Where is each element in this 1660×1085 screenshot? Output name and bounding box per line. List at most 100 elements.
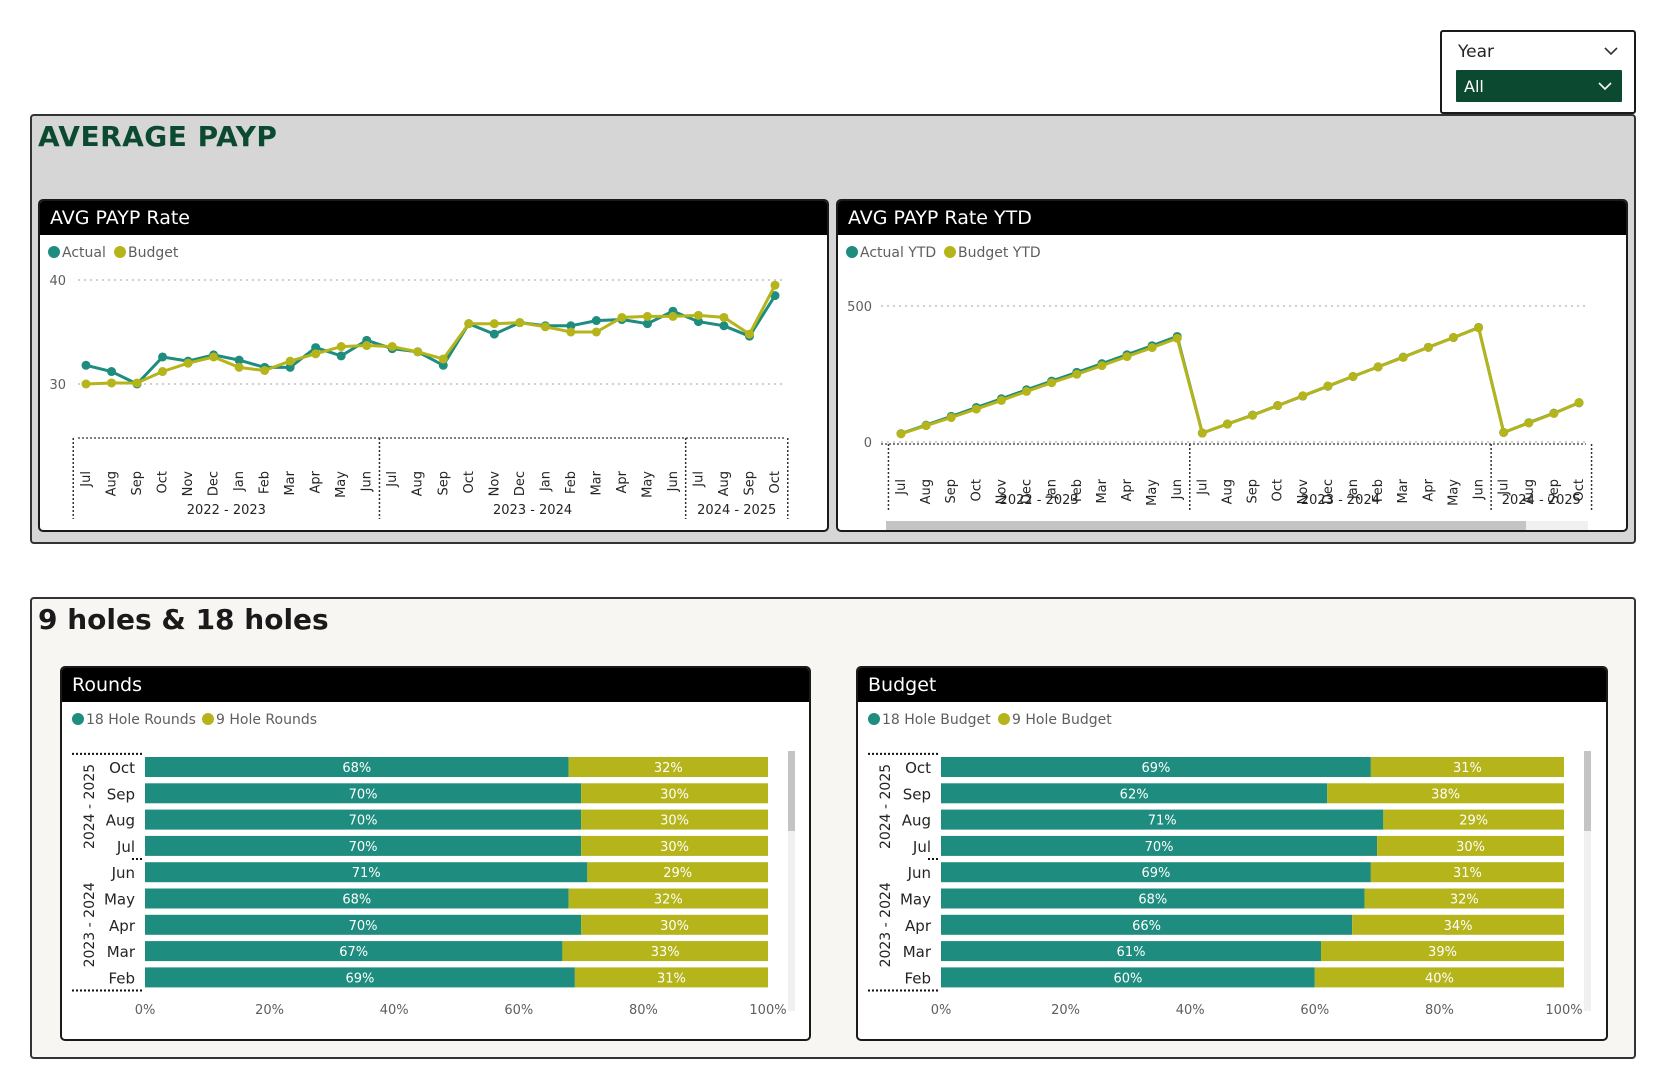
data-label: 30% [660,919,689,934]
y-tick-label: Jul [116,838,135,856]
data-point [1197,428,1207,438]
data-point [1398,352,1408,362]
x-tick-label: 40% [380,1003,409,1018]
legend-marker [48,246,60,258]
data-point [744,329,754,339]
avg-payp-rate-chart[interactable]: Actual Budget 30 40 Jul Aug Sep Oct Nov Dec Jan Feb… [40,235,829,532]
x-tick-label: Jul [691,471,706,488]
legend-label: Actual YTD [860,245,936,261]
data-label: 68% [1138,893,1167,908]
legend-label: 9 Hole Rounds [216,712,317,728]
data-point [946,413,956,423]
data-point [1448,333,1458,343]
x-tick-label: Jun [360,471,375,492]
y-tick-label: Apr [109,917,136,935]
section-title: AVERAGE PAYP [38,120,278,153]
x-tick-label: Aug [919,479,934,504]
data-label: 70% [349,840,378,855]
data-point [336,342,346,352]
data-point [770,280,780,290]
x-tick-label: Oct [156,471,171,493]
data-point [438,354,448,364]
data-point [996,395,1006,405]
x-tick-label: Dec [513,471,528,496]
year-dropdown[interactable]: All [1456,70,1622,102]
x-tick-label: Apr [1421,478,1436,501]
legend-marker [114,246,126,258]
budget-chart[interactable]: 18 Hole Budget 9 Hole Budget 69% 31% Oct 62% 3… [858,702,1608,1041]
data-point [107,378,117,388]
x-tick-label: Apr [1120,478,1135,501]
data-point [617,312,627,322]
scrollbar-thumb [886,521,1526,530]
y-tick-label: Oct [109,759,135,777]
x-tick-label: Mar [283,470,298,495]
data-point [260,365,270,375]
x-tick-label: 0% [135,1003,156,1018]
series-line [900,325,1580,436]
x-tick-label: Feb [564,471,579,494]
y-tick-label: Jul [912,838,931,856]
data-label: 68% [342,761,371,776]
data-point [387,342,397,352]
data-point [566,327,576,337]
x-tick-label: Jul [894,479,909,496]
avg-payp-rate-ytd-card[interactable]: AVG PAYP Rate YTD Actual YTD Budget YTD 0 5… [836,199,1628,532]
data-label: 71% [352,866,381,881]
data-point [896,429,906,439]
x-tick-label: May [640,471,655,498]
data-label: 62% [1120,787,1149,802]
legend-label: 9 Hole Budget [1012,712,1112,728]
x-tick-label: 60% [504,1003,533,1018]
data-point [285,356,295,366]
data-label: 70% [349,787,378,802]
x-tick-label: Aug [105,471,120,496]
x-group-label: 2024 - 2025 [1502,493,1581,508]
x-tick-label: 20% [255,1003,284,1018]
y-tick-label: Sep [903,785,931,803]
data-label: 31% [1453,761,1482,776]
x-tick-label: Oct [462,471,477,493]
data-point [209,352,219,362]
y-tick-label: 40 [49,274,66,289]
data-point [1248,410,1258,420]
x-tick-label: Aug [1220,479,1235,504]
x-group-label: 2023 - 2024 [493,503,572,518]
x-group-label: 2024 - 2025 [697,503,776,518]
rounds-card[interactable]: Rounds 18 Hole Rounds 9 Hole Rounds 68% 32%… [60,666,811,1041]
x-tick-label: Sep [944,479,959,504]
x-tick-label: 40% [1176,1003,1205,1018]
chevron-down-icon[interactable] [1602,42,1620,60]
y-tick-label: Feb [904,969,931,987]
y-group-label: 2023 - 2024 [878,882,894,967]
data-point [921,421,931,431]
avg-payp-rate-ytd-chart[interactable]: Actual YTD Budget YTD0500Jul Aug Sep Oct Nov D… [838,235,1628,532]
data-point [1273,401,1283,411]
data-label: 31% [1453,866,1482,881]
data-point [719,312,729,322]
scrollbar-thumb [788,751,795,831]
rounds-chart[interactable]: 18 Hole Rounds 9 Hole Rounds 68% 32% Oct 70% 3… [62,702,811,1041]
y-group-label: 2023 - 2024 [82,882,98,967]
y-tick-label: Jun [111,864,135,882]
x-tick-label: Jan [538,471,553,492]
avg-payp-rate-card[interactable]: AVG PAYP Rate Actual Budget 30 40 Jul Aug Sep O… [38,199,829,532]
data-label: 30% [1456,840,1485,855]
x-tick-label: Sep [436,471,451,496]
data-label: 30% [660,840,689,855]
data-label: 32% [654,893,683,908]
data-point [158,367,168,377]
data-point [591,327,601,337]
x-tick-label: Nov [487,471,502,497]
chevron-down-icon [1598,82,1612,91]
x-tick-label: Jul [385,471,400,488]
data-point [668,311,678,321]
series-line [85,284,777,386]
year-slicer[interactable]: Year All [1440,30,1636,114]
data-label: 67% [339,945,368,960]
x-tick-label: Mar [589,470,604,495]
budget-card[interactable]: Budget 18 Hole Budget 9 Hole Budget 69% 31%… [856,666,1608,1041]
data-label: 69% [345,971,374,986]
data-point [81,379,91,389]
x-tick-label: Sep [1246,479,1261,504]
